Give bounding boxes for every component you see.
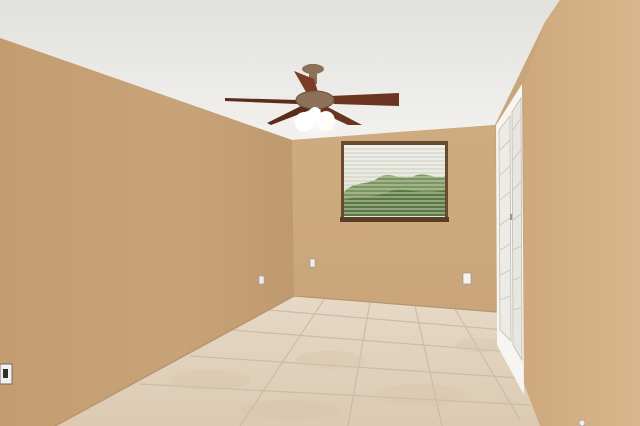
window <box>340 141 449 222</box>
ceiling-fan-motor <box>295 90 335 110</box>
closet-door-knob <box>510 214 512 220</box>
outlet-left-wall <box>258 275 265 285</box>
window-sill <box>340 217 449 222</box>
outlet-front-left-face <box>3 369 8 378</box>
closet-door-right-panel <box>511 96 523 362</box>
room-photo <box>0 0 640 426</box>
ceiling-fan-light-bulb-center <box>309 107 321 121</box>
closet-door <box>496 84 524 395</box>
ceiling-fan-canopy <box>302 64 324 74</box>
right-wall <box>523 0 640 426</box>
outlet-back-wall <box>309 258 316 268</box>
floor-vent-corner <box>578 419 586 426</box>
outlet-back-right <box>462 272 472 285</box>
